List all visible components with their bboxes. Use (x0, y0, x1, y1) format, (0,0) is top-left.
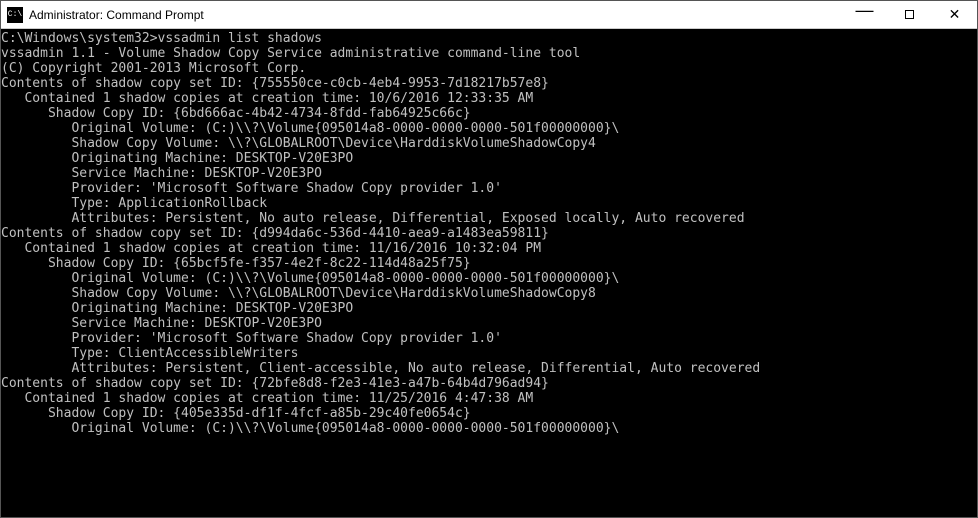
close-button[interactable]: ✕ (932, 1, 977, 28)
terminal-line: Provider: 'Microsoft Software Shadow Cop… (1, 331, 977, 346)
titlebar[interactable]: C:\ Administrator: Command Prompt — ✕ (1, 1, 977, 29)
terminal-line: Contained 1 shadow copies at creation ti… (1, 91, 977, 106)
maximize-icon (905, 10, 914, 19)
terminal-line: Contents of shadow copy set ID: {72bfe8d… (1, 376, 977, 391)
terminal-line: Service Machine: DESKTOP-V20E3PO (1, 166, 977, 181)
minimize-icon: — (856, 0, 874, 21)
maximize-button[interactable] (887, 1, 932, 28)
terminal-line: Service Machine: DESKTOP-V20E3PO (1, 316, 977, 331)
terminal-line: Contained 1 shadow copies at creation ti… (1, 391, 977, 406)
terminal-line: Shadow Copy ID: {65bcf5fe-f357-4e2f-8c22… (1, 256, 977, 271)
terminal-line: Type: ApplicationRollback (1, 196, 977, 211)
window-title: Administrator: Command Prompt (29, 8, 842, 22)
terminal-line: Attributes: Persistent, Client-accessibl… (1, 361, 977, 376)
terminal-line: Provider: 'Microsoft Software Shadow Cop… (1, 181, 977, 196)
terminal-line: Original Volume: (C:)\\?\Volume{095014a8… (1, 271, 977, 286)
terminal-line: C:\Windows\system32>vssadmin list shadow… (1, 31, 977, 46)
terminal-line: (C) Copyright 2001-2013 Microsoft Corp. (1, 61, 977, 76)
terminal-line: Original Volume: (C:)\\?\Volume{095014a8… (1, 421, 977, 436)
terminal-line: Attributes: Persistent, No auto release,… (1, 211, 977, 226)
cmd-icon: C:\ (7, 7, 23, 23)
terminal-line: vssadmin 1.1 - Volume Shadow Copy Servic… (1, 46, 977, 61)
terminal-line: Type: ClientAccessibleWriters (1, 346, 977, 361)
terminal-line: Shadow Copy ID: {6bd666ac-4b42-4734-8fdd… (1, 106, 977, 121)
terminal-line: Shadow Copy Volume: \\?\GLOBALROOT\Devic… (1, 136, 977, 151)
terminal-line: Contents of shadow copy set ID: {755550c… (1, 76, 977, 91)
terminal-line: Shadow Copy ID: {405e335d-df1f-4fcf-a85b… (1, 406, 977, 421)
terminal-line: Originating Machine: DESKTOP-V20E3PO (1, 151, 977, 166)
terminal-line: Originating Machine: DESKTOP-V20E3PO (1, 301, 977, 316)
terminal-line: Original Volume: (C:)\\?\Volume{095014a8… (1, 121, 977, 136)
terminal-output[interactable]: C:\Windows\system32>vssadmin list shadow… (1, 29, 977, 517)
minimize-button[interactable]: — (842, 1, 887, 28)
terminal-line: Contents of shadow copy set ID: {d994da6… (1, 226, 977, 241)
command-prompt-window: C:\ Administrator: Command Prompt — ✕ C:… (0, 0, 978, 518)
terminal-line: Contained 1 shadow copies at creation ti… (1, 241, 977, 256)
window-controls: — ✕ (842, 1, 977, 28)
terminal-line: Shadow Copy Volume: \\?\GLOBALROOT\Devic… (1, 286, 977, 301)
close-icon: ✕ (949, 6, 961, 23)
